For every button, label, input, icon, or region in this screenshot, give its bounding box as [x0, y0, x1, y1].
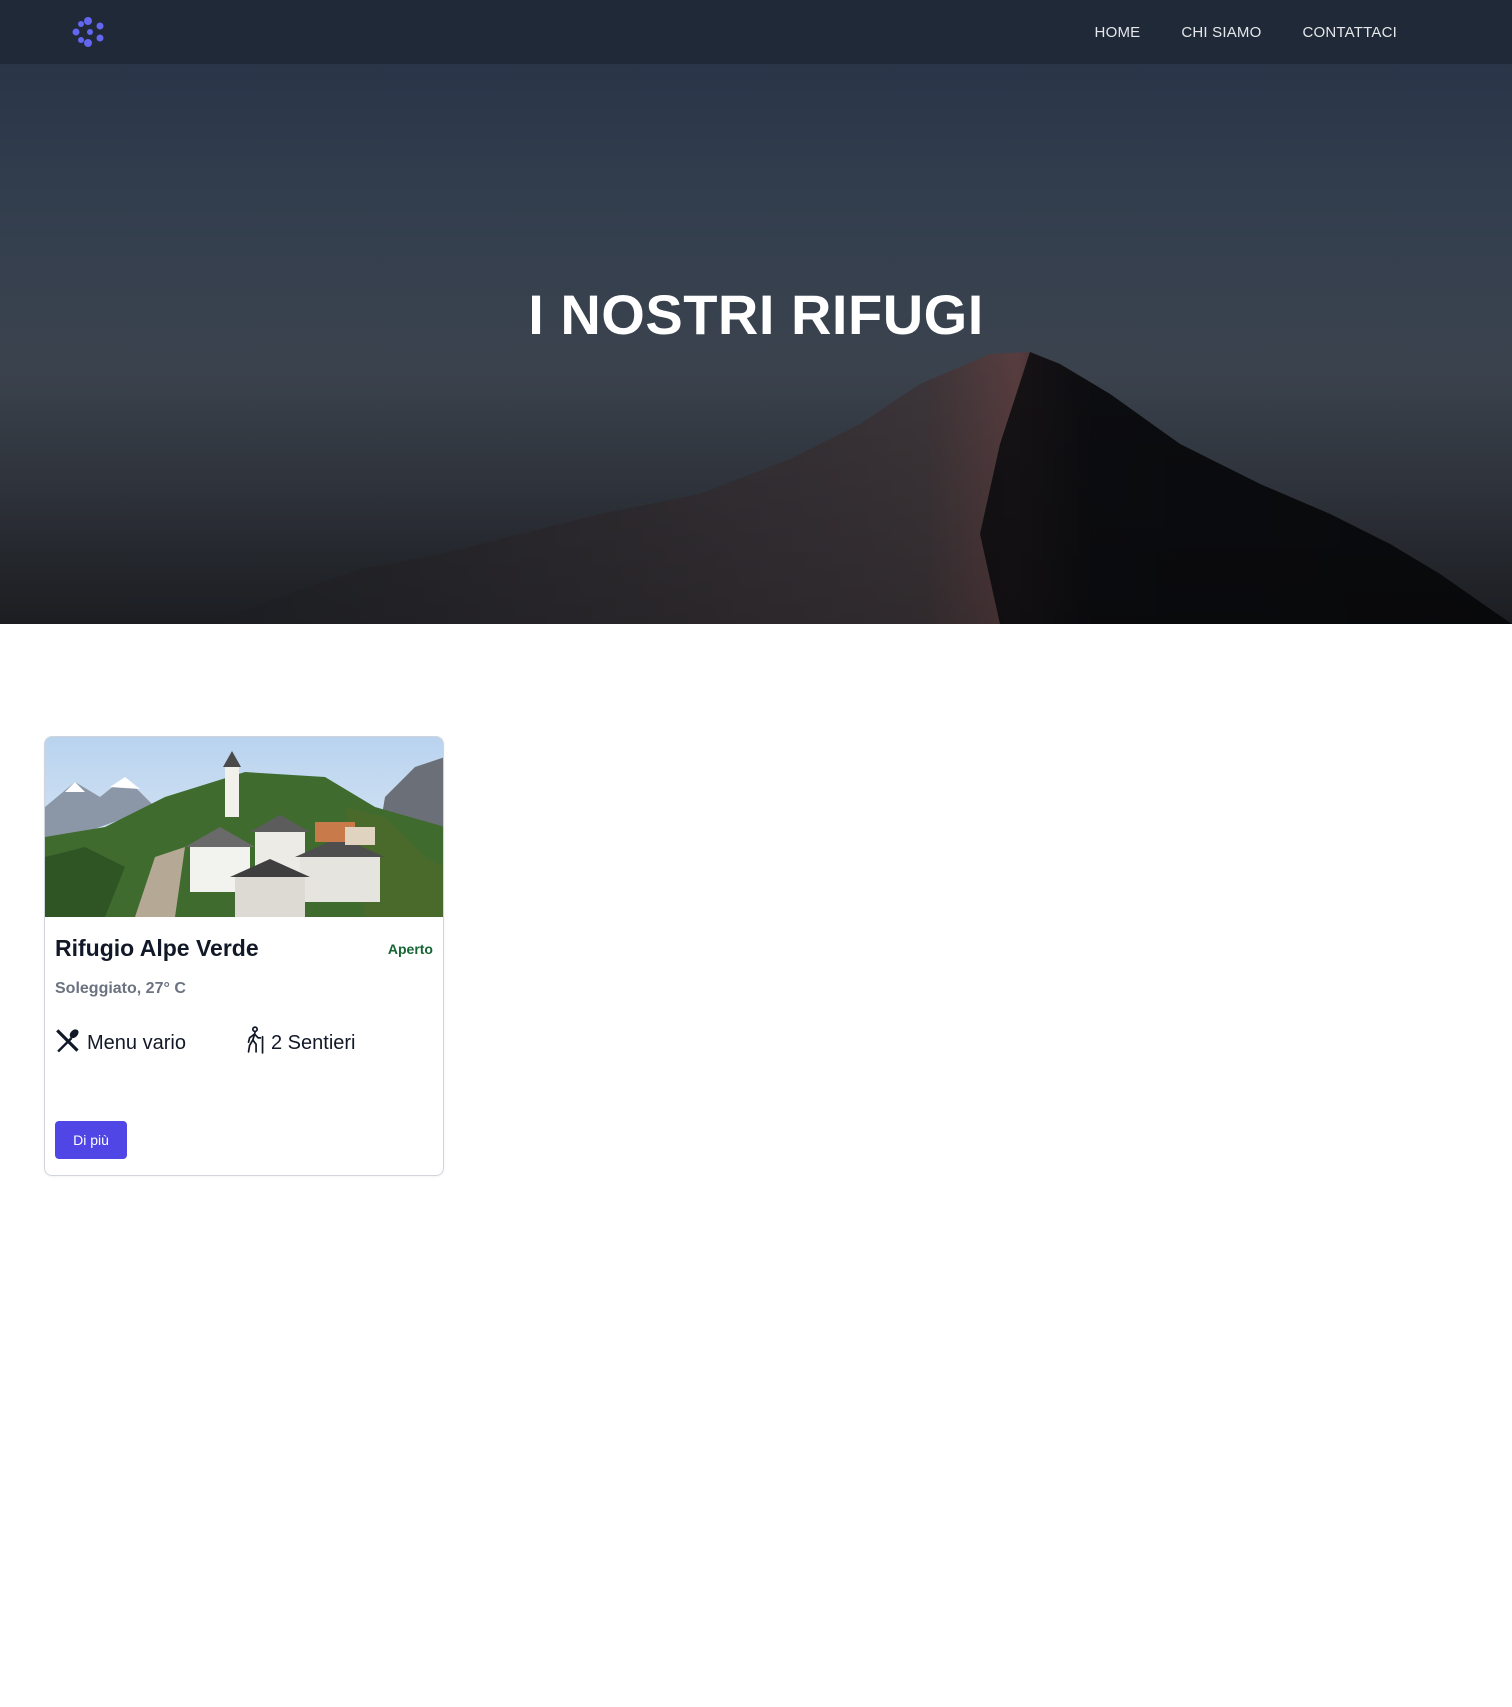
feature-menu: Menu vario [55, 1026, 244, 1060]
hiker-icon [244, 1026, 266, 1060]
feature-sentieri: 2 Sentieri [244, 1026, 433, 1060]
logo-icon[interactable] [70, 14, 106, 50]
feature-label: Menu vario [87, 1031, 186, 1054]
rifugio-card: Rifugio Alpe Verde Aperto Soleggiato, 27… [44, 736, 444, 1176]
nav-link-home[interactable]: HOME [1095, 24, 1141, 41]
nav-link-contattaci[interactable]: CONTATTACI [1303, 24, 1398, 41]
weather-text: Soleggiato, 27° C [55, 980, 186, 997]
card-title: Rifugio Alpe Verde [55, 935, 259, 961]
feature-list: Menu vario 2 Sentieri [55, 1026, 433, 1060]
nav-link-chi-siamo[interactable]: CHI SIAMO [1181, 24, 1261, 41]
feature-label: 2 Sentieri [271, 1031, 356, 1054]
card-header: Rifugio Alpe Verde Aperto [55, 935, 433, 962]
rifugio-image [45, 737, 443, 917]
details-button[interactable]: Di più [55, 1121, 127, 1159]
main-nav: HOME CHI SIAMO CONTATTACI [1095, 24, 1397, 41]
status-badge: Aperto [387, 940, 433, 957]
card-body: Rifugio Alpe Verde Aperto Soleggiato, 27… [45, 935, 443, 1060]
utensils-icon [55, 1027, 82, 1060]
hero-banner: I NOSTRI RIFUGI [0, 64, 1512, 624]
navbar: HOME CHI SIAMO CONTATTACI [0, 0, 1512, 64]
hero-title: I NOSTRI RIFUGI [528, 283, 984, 346]
